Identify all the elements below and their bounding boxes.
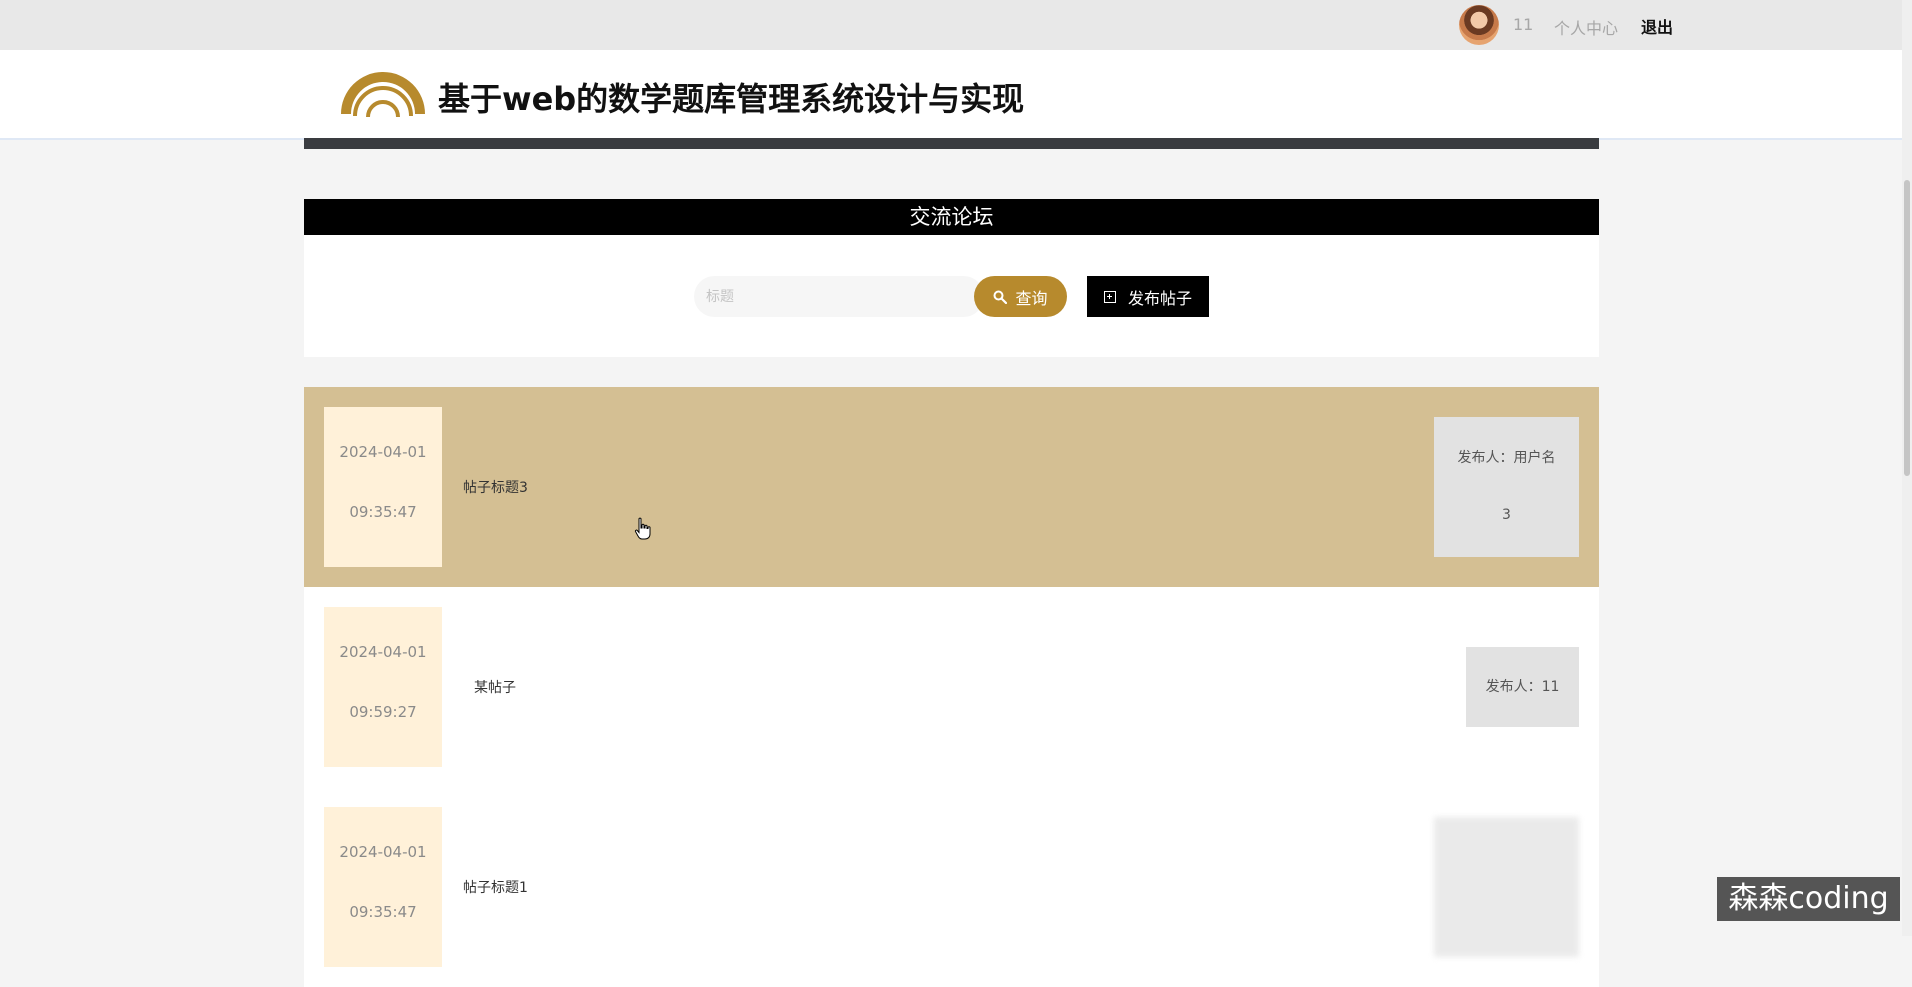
personal-center-link[interactable]: 个人中心	[1554, 15, 1618, 39]
post-date: 2024-04-01	[339, 443, 427, 461]
watermark: 森森coding	[1717, 877, 1900, 921]
post-time: 09:35:47	[349, 903, 417, 921]
forum-title: 交流论坛	[304, 199, 1599, 235]
post-reply-count: 3	[1502, 507, 1511, 523]
post-item[interactable]: 2024-04-01 09:35:47 帖子标题3 发布人：用户名 3	[304, 387, 1599, 587]
post-date-box: 2024-04-01 09:35:47	[324, 407, 442, 567]
post-title: 帖子标题3	[463, 480, 528, 496]
post-author: 发布人：用户名	[1457, 450, 1556, 466]
username-label: 11	[1513, 15, 1534, 34]
search-icon	[993, 290, 1008, 304]
avatar[interactable]	[1459, 5, 1499, 45]
post-author-box: 发布人：用户名 3	[1434, 417, 1579, 557]
plus-square-icon	[1103, 290, 1116, 303]
publish-post-button[interactable]: 发布帖子	[1087, 276, 1209, 317]
post-date: 2024-04-01	[339, 843, 427, 861]
post-item[interactable]: 2024-04-01 09:59:27 某帖子 发布人：11	[304, 587, 1599, 787]
post-author: 发布人：11	[1485, 679, 1560, 695]
post-author-box: 发布人：11	[1466, 647, 1579, 727]
post-title: 某帖子	[474, 680, 516, 696]
search-button-label: 查询	[1015, 288, 1048, 308]
post-date: 2024-04-01	[339, 643, 427, 661]
post-author-box	[1434, 817, 1579, 957]
publish-button-label: 发布帖子	[1127, 288, 1192, 308]
post-title: 帖子标题1	[463, 880, 528, 896]
site-title: 基于web的数学题库管理系统设计与实现	[438, 80, 1025, 118]
post-time: 09:59:27	[349, 703, 417, 721]
logout-link[interactable]: 退出	[1641, 14, 1673, 38]
post-item[interactable]: 2024-04-01 09:35:47 帖子标题1	[304, 787, 1599, 987]
scrollbar-thumb[interactable]	[1904, 180, 1910, 476]
site-logo	[341, 72, 425, 118]
hand-cursor-icon	[634, 517, 651, 540]
title-search-input[interactable]	[694, 276, 984, 317]
search-button[interactable]: 查询	[974, 276, 1067, 317]
post-time: 09:35:47	[349, 503, 417, 521]
post-date-box: 2024-04-01 09:59:27	[324, 607, 442, 767]
nav-strip	[304, 138, 1599, 149]
post-date-box: 2024-04-01 09:35:47	[324, 807, 442, 967]
